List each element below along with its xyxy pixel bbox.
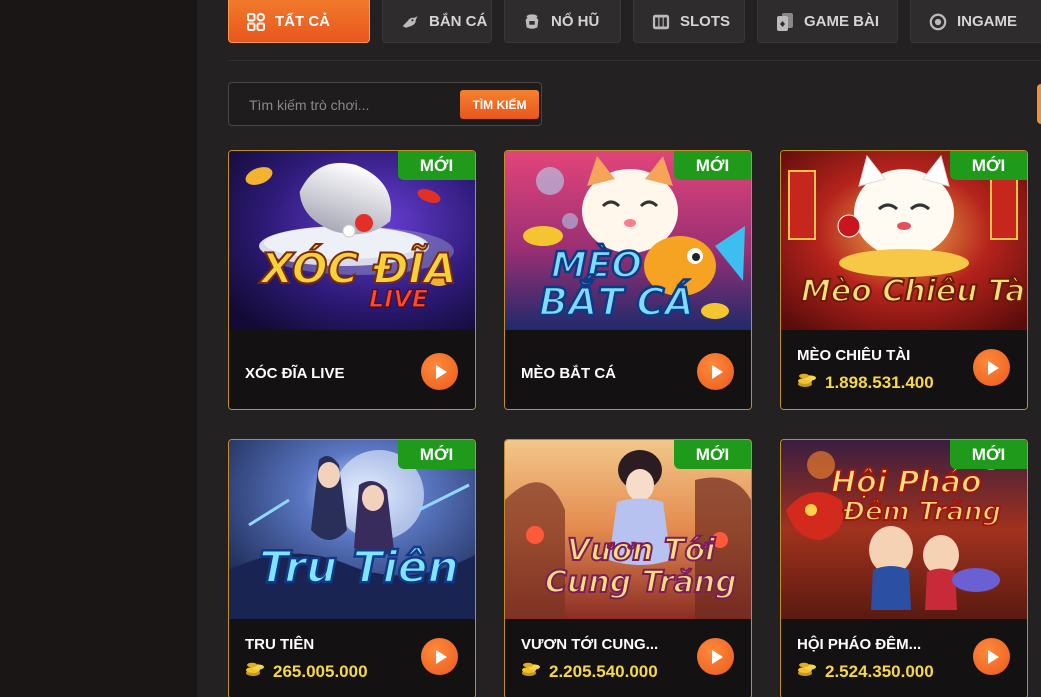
card-footer: HỘI PHÁO ĐÊM... 2.524.350.000	[781, 619, 1027, 697]
card-footer: MÈO BẮT CÁ	[505, 330, 751, 409]
new-badge: MỚI	[674, 440, 751, 469]
new-badge: MỚI	[950, 440, 1027, 469]
game-card[interactable]: Mèo Chiêu Tài MỚI MÈO CHIÊU TÀI 1.898.53…	[780, 150, 1028, 410]
jackpot-value: 2.524.350.000	[825, 661, 934, 681]
art-subtitle: BẮT CÁ	[539, 275, 694, 324]
gold-coins-icon	[797, 372, 817, 393]
art-title: Tru Tiên	[259, 542, 459, 593]
art-subtitle: Đêm Trăng	[842, 497, 1001, 527]
jar-icon	[523, 13, 541, 31]
category-tabs: TẤT CẢ BẮN CÁ NỔ HŨ SLOTS GAME BÀI INGAM…	[228, 0, 1041, 43]
gold-coins-icon	[521, 661, 541, 682]
new-badge: MỚI	[398, 440, 475, 469]
gold-coins-icon	[245, 661, 265, 682]
game-card[interactable]: MÈO BẮT CÁ MỚI MÈO BẮT CÁ	[504, 150, 752, 410]
jackpot-value: 1.898.531.400	[825, 372, 934, 392]
grid-icon	[247, 12, 265, 31]
tab-slots[interactable]: SLOTS	[633, 0, 745, 43]
game-thumbnail[interactable]: Tru Tiên MỚI	[229, 440, 475, 619]
tab-jackpot[interactable]: NỔ HŨ	[504, 0, 621, 43]
slots-icon	[652, 13, 670, 31]
play-button[interactable]	[421, 353, 458, 390]
art-title: Vươn Tới	[567, 533, 716, 568]
play-button[interactable]	[973, 638, 1010, 675]
game-thumbnail[interactable]: Mèo Chiêu Tài MỚI	[781, 151, 1027, 330]
play-icon	[988, 360, 999, 375]
game-title: VƯƠN TỚI CUNG...	[521, 636, 659, 653]
game-title: XÓC ĐĨA LIVE	[245, 365, 345, 382]
tab-card-games[interactable]: GAME BÀI	[757, 0, 898, 43]
jackpot-row: 2.524.350.000	[797, 661, 934, 682]
jackpot-value: 2.205.540.000	[549, 661, 658, 681]
ingame-icon	[929, 13, 947, 31]
jackpot-row: 2.205.540.000	[521, 661, 658, 682]
search-button[interactable]: TÌM KIẾM	[460, 90, 539, 119]
play-button[interactable]	[697, 638, 734, 675]
jackpot-value: 265.005.000	[273, 661, 368, 681]
card-footer: TRU TIÊN 265.005.000	[229, 619, 475, 697]
game-thumbnail[interactable]: Hội Pháo Đêm Trăng MỚI	[781, 440, 1027, 619]
game-card[interactable]: Vươn Tới Cung Trăng MỚI VƯƠN TỚI CUNG...…	[504, 439, 752, 697]
play-button[interactable]	[697, 353, 734, 390]
play-button[interactable]	[973, 349, 1010, 386]
game-title: MÈO BẮT CÁ	[521, 365, 616, 382]
game-title: TRU TIÊN	[245, 636, 315, 653]
search-bar: TÌM KIẾM	[228, 82, 542, 126]
game-thumbnail[interactable]: Vươn Tới Cung Trăng MỚI	[505, 440, 751, 619]
play-icon	[712, 364, 723, 379]
play-icon	[436, 649, 447, 664]
game-card[interactable]: XÓC ĐĨA LIVE MỚI XÓC ĐĨA LIVE	[228, 150, 476, 410]
art-title: Mèo Chiêu Tài	[801, 274, 1027, 309]
tab-card-label: GAME BÀI	[804, 13, 879, 30]
tab-fish-label: BẮN CÁ	[429, 13, 488, 30]
search-input[interactable]	[239, 91, 459, 119]
cards-icon	[776, 12, 794, 31]
new-badge: MỚI	[950, 151, 1027, 180]
tab-ingame[interactable]: INGAME	[910, 0, 1041, 43]
card-footer: MÈO CHIÊU TÀI 1.898.531.400	[781, 330, 1027, 409]
play-icon	[712, 649, 723, 664]
play-icon	[988, 649, 999, 664]
card-footer: VƯƠN TỚI CUNG... 2.205.540.000	[505, 619, 751, 697]
art-subtitle: Cung Trăng	[545, 565, 737, 600]
tab-ingame-label: INGAME	[957, 13, 1017, 30]
tab-fish-shooting[interactable]: BẮN CÁ	[382, 0, 492, 43]
art-title: Hội Pháo	[831, 465, 982, 500]
game-card[interactable]: Tru Tiên MỚI TRU TIÊN 265.005.000	[228, 439, 476, 697]
tab-all[interactable]: TẤT CẢ	[228, 0, 370, 43]
game-card[interactable]: Hội Pháo Đêm Trăng MỚI HỘI PHÁO ĐÊM... 2…	[780, 439, 1028, 697]
fish-icon	[401, 13, 419, 31]
game-title: HỘI PHÁO ĐÊM...	[797, 636, 922, 653]
filter-button-edge[interactable]	[1037, 84, 1041, 124]
tab-all-label: TẤT CẢ	[275, 13, 330, 30]
play-icon	[436, 364, 447, 379]
jackpot-row: 265.005.000	[245, 661, 368, 682]
left-sidebar-area	[0, 0, 197, 697]
game-thumbnail[interactable]: MÈO BẮT CÁ MỚI	[505, 151, 751, 330]
new-badge: MỚI	[674, 151, 751, 180]
tabs-divider	[228, 60, 1041, 61]
game-thumbnail[interactable]: XÓC ĐĨA LIVE MỚI	[229, 151, 475, 330]
card-footer: XÓC ĐĨA LIVE	[229, 330, 475, 409]
game-title: MÈO CHIÊU TÀI	[797, 347, 911, 364]
jackpot-row: 1.898.531.400	[797, 372, 934, 393]
new-badge: MỚI	[398, 151, 475, 180]
game-lobby: TẤT CẢ BẮN CÁ NỔ HŨ SLOTS GAME BÀI INGAM…	[197, 0, 1041, 697]
tab-slots-label: SLOTS	[680, 13, 731, 30]
tab-jackpot-label: NỔ HŨ	[551, 13, 600, 30]
play-button[interactable]	[421, 638, 458, 675]
art-subtitle: LIVE	[369, 285, 429, 313]
gold-coins-icon	[797, 661, 817, 682]
